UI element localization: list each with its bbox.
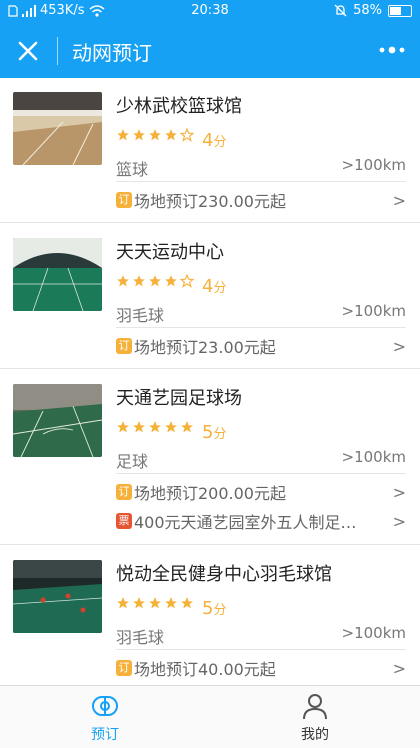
venue-card[interactable]: 少林武校篮球馆 4分 篮球 >100km 订 场地预订230.00元起 > — [0, 78, 420, 223]
venue-name: 天通艺园足球场 — [116, 388, 242, 409]
venue-thumbnail — [13, 238, 102, 311]
venue-sport: 羽毛球 — [116, 306, 165, 325]
ticket-tag-icon: 票 — [116, 513, 132, 529]
tab-mine[interactable]: 我的 — [210, 686, 420, 748]
venue-distance: >100km — [341, 624, 407, 642]
offer-row[interactable]: 订 场地预订40.00元起 > — [116, 656, 406, 680]
rating-stars — [116, 596, 194, 612]
star-icon — [117, 597, 129, 609]
star-icon — [133, 597, 145, 609]
offer-text: 场地预订230.00元起 — [134, 192, 286, 211]
venue-name: 悦动全民健身中心羽毛球馆 — [116, 564, 332, 585]
venue-list: 少林武校篮球馆 4分 篮球 >100km 订 场地预订230.00元起 > 天天… — [0, 78, 420, 685]
tab-label: 我的 — [301, 727, 329, 743]
more-horizontal-icon[interactable] — [378, 43, 406, 57]
venue-sport: 羽毛球 — [116, 628, 165, 647]
row-divider — [116, 181, 406, 182]
venue-score: 4分 — [202, 130, 227, 151]
court-icon — [92, 696, 118, 716]
battery-icon — [388, 4, 412, 17]
star-icon — [165, 275, 177, 287]
star-empty-icon — [180, 128, 194, 142]
alarm-off-icon — [334, 4, 347, 17]
venue-card[interactable]: 天天运动中心 4分 羽毛球 >100km 订 场地预订23.00元起 > — [0, 224, 420, 369]
star-icon — [149, 275, 161, 287]
chevron-right-icon: > — [392, 511, 406, 531]
chevron-right-icon: > — [392, 482, 406, 502]
app-bar: 动网预订 — [0, 23, 420, 78]
offer-row[interactable]: 票 400元天通艺园室外五人制足… > — [116, 509, 406, 533]
star-icon — [133, 275, 145, 287]
venue-card[interactable]: 天通艺园足球场 5分 足球 >100km 订 场地预订200.00元起 > 票 … — [0, 370, 420, 545]
venue-distance: >100km — [341, 156, 407, 174]
star-icon — [181, 421, 193, 433]
rating-stars — [116, 420, 194, 436]
offer-text: 场地预订23.00元起 — [134, 338, 276, 357]
chevron-right-icon: > — [392, 658, 406, 678]
venue-thumbnail — [13, 560, 102, 633]
venue-score: 5分 — [202, 598, 227, 619]
tab-bar: 预订 我的 — [0, 685, 420, 748]
rating-stars — [116, 274, 194, 290]
venue-sport: 篮球 — [116, 160, 149, 179]
venue-sport: 足球 — [116, 452, 149, 471]
star-icon — [181, 597, 193, 609]
offer-row[interactable]: 订 场地预订23.00元起 > — [116, 334, 406, 358]
venue-card[interactable]: 悦动全民健身中心羽毛球馆 5分 羽毛球 >100km 订 场地预订40.00元起… — [0, 546, 420, 685]
chevron-right-icon: > — [392, 336, 406, 356]
offer-row[interactable]: 订 场地预订200.00元起 > — [116, 480, 406, 504]
venue-score: 5分 — [202, 422, 227, 443]
venue-distance: >100km — [341, 302, 407, 320]
star-icon — [133, 421, 145, 433]
venue-name: 少林武校篮球馆 — [116, 96, 242, 117]
row-divider — [116, 327, 406, 328]
offer-text: 400元天通艺园室外五人制足… — [134, 513, 357, 532]
star-icon — [149, 597, 161, 609]
star-empty-icon — [180, 274, 194, 288]
row-divider — [116, 649, 406, 650]
app-bar-divider — [57, 37, 58, 65]
status-right: 58% — [334, 3, 412, 18]
chevron-right-icon: > — [392, 190, 406, 210]
venue-thumbnail — [13, 92, 102, 165]
star-icon — [117, 275, 129, 287]
star-icon — [117, 421, 129, 433]
rating-stars — [116, 128, 194, 144]
tab-label: 预订 — [91, 727, 119, 743]
venue-thumbnail — [13, 384, 102, 457]
tab-booking[interactable]: 预订 — [0, 686, 210, 748]
page-title: 动网预订 — [72, 41, 152, 65]
status-bar: 453K/s 20:38 58% — [0, 0, 420, 23]
star-icon — [165, 129, 177, 141]
booking-tag-icon: 订 — [116, 660, 132, 676]
star-icon — [133, 129, 145, 141]
star-icon — [165, 421, 177, 433]
offer-text: 场地预订200.00元起 — [134, 484, 286, 503]
star-icon — [149, 421, 161, 433]
booking-tag-icon: 订 — [116, 484, 132, 500]
star-icon — [149, 129, 161, 141]
venue-score: 4分 — [202, 276, 227, 297]
offer-row[interactable]: 订 场地预订230.00元起 > — [116, 188, 406, 212]
booking-tag-icon: 订 — [116, 192, 132, 208]
close-icon[interactable] — [12, 35, 44, 67]
venue-distance: >100km — [341, 448, 407, 466]
star-icon — [117, 129, 129, 141]
offer-text: 场地预订40.00元起 — [134, 660, 276, 679]
booking-tag-icon: 订 — [116, 338, 132, 354]
battery-percent: 58% — [353, 3, 382, 18]
row-divider — [116, 473, 406, 474]
star-icon — [165, 597, 177, 609]
person-icon — [303, 694, 327, 720]
venue-name: 天天运动中心 — [116, 242, 224, 263]
